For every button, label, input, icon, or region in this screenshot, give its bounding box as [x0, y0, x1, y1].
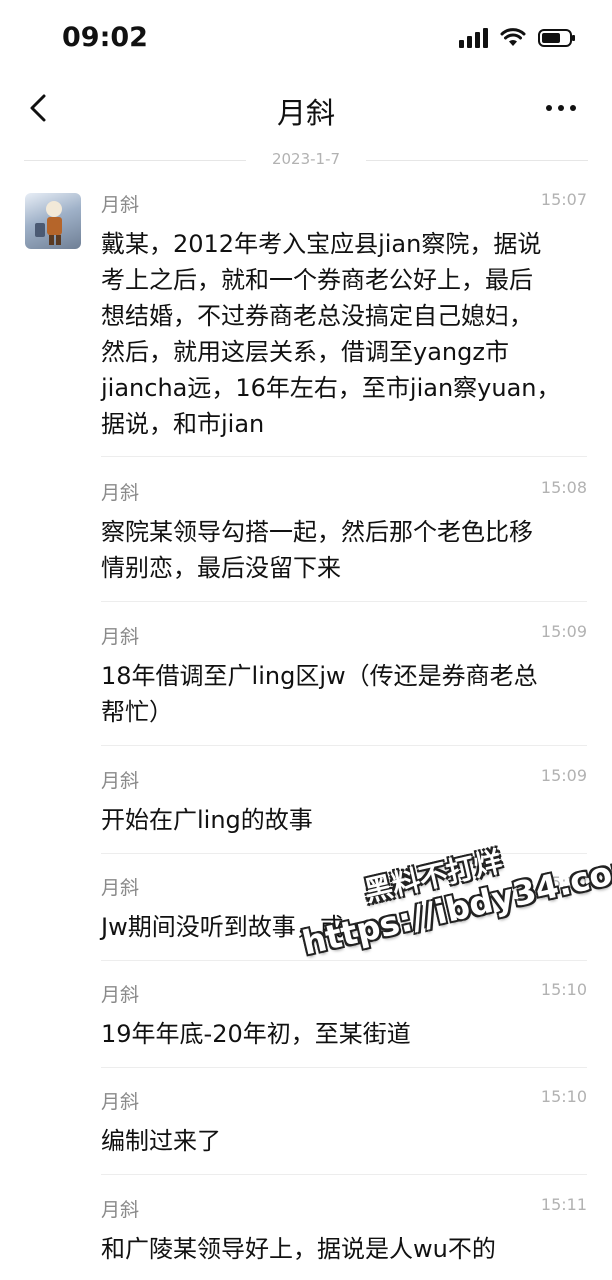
avatar[interactable] [25, 193, 81, 249]
message-item[interactable]: 月斜 15:09 18年借调至广ling区jw（传还是券商老总 帮忙） [101, 622, 587, 746]
message-item[interactable]: 月斜 15:10 19年年底-20年初，至某街道 [101, 980, 587, 1068]
message-time: 15:09 [540, 766, 587, 785]
more-options-icon[interactable] [544, 98, 578, 118]
sender-name: 月斜 [101, 194, 140, 216]
message-text: 察院某领导勾搭一起，然后那个老色比移 情别恋，最后没留下来 [101, 518, 533, 582]
sender-name: 月斜 [101, 1199, 140, 1221]
cellular-signal-icon [459, 28, 488, 48]
message-item[interactable]: 月斜 15:11 和广陵某领导好上，据说是人wu不的 [101, 1195, 587, 1275]
figurine-avatar-icon [35, 201, 62, 245]
date-label: 2023-1-7 [271, 150, 341, 168]
message-time: 15:07 [540, 190, 587, 209]
date-divider: 2023-1-7 [24, 150, 588, 170]
message-item[interactable]: 月斜 15:07 戴某，2012年考入宝应县jian察院，据说 考上之后，就和一… [101, 190, 587, 457]
message-time: 15:11 [540, 1195, 587, 1214]
message-text: 编制过来了 [101, 1127, 221, 1155]
status-icons [459, 28, 575, 48]
wifi-icon [500, 28, 526, 46]
message-time: 15:10 [540, 980, 587, 999]
message-text: 18年借调至广ling区jw（传还是券商老总 帮忙） [101, 662, 538, 726]
status-time: 09:02 [62, 22, 148, 53]
message-time: 15:10 [540, 1087, 587, 1106]
nav-bar: 月斜 [0, 80, 612, 136]
chat-title: 月斜 [276, 96, 335, 130]
sender-name: 月斜 [101, 770, 140, 792]
divider-line-right [366, 160, 588, 161]
message-text: 19年年底-20年初，至某街道 [101, 1020, 411, 1048]
status-bar: 09:02 [0, 0, 612, 80]
sender-name: 月斜 [101, 984, 140, 1006]
message-time: 15:08 [540, 478, 587, 497]
sender-name: 月斜 [101, 877, 140, 899]
message-text: 和广陵某领导好上，据说是人wu不的 [101, 1235, 496, 1263]
message-time: 15:09 [540, 622, 587, 641]
battery-icon [538, 29, 575, 47]
sender-name: 月斜 [101, 482, 140, 504]
sender-name: 月斜 [101, 626, 140, 648]
message-item[interactable]: 月斜 15:10 编制过来了 [101, 1087, 587, 1175]
message-item[interactable]: 月斜 15:08 察院某领导勾搭一起，然后那个老色比移 情别恋，最后没留下来 [101, 478, 587, 602]
message-text: 戴某，2012年考入宝应县jian察院，据说 考上之后，就和一个券商老公好上，最… [101, 230, 561, 438]
sender-name: 月斜 [101, 1091, 140, 1113]
